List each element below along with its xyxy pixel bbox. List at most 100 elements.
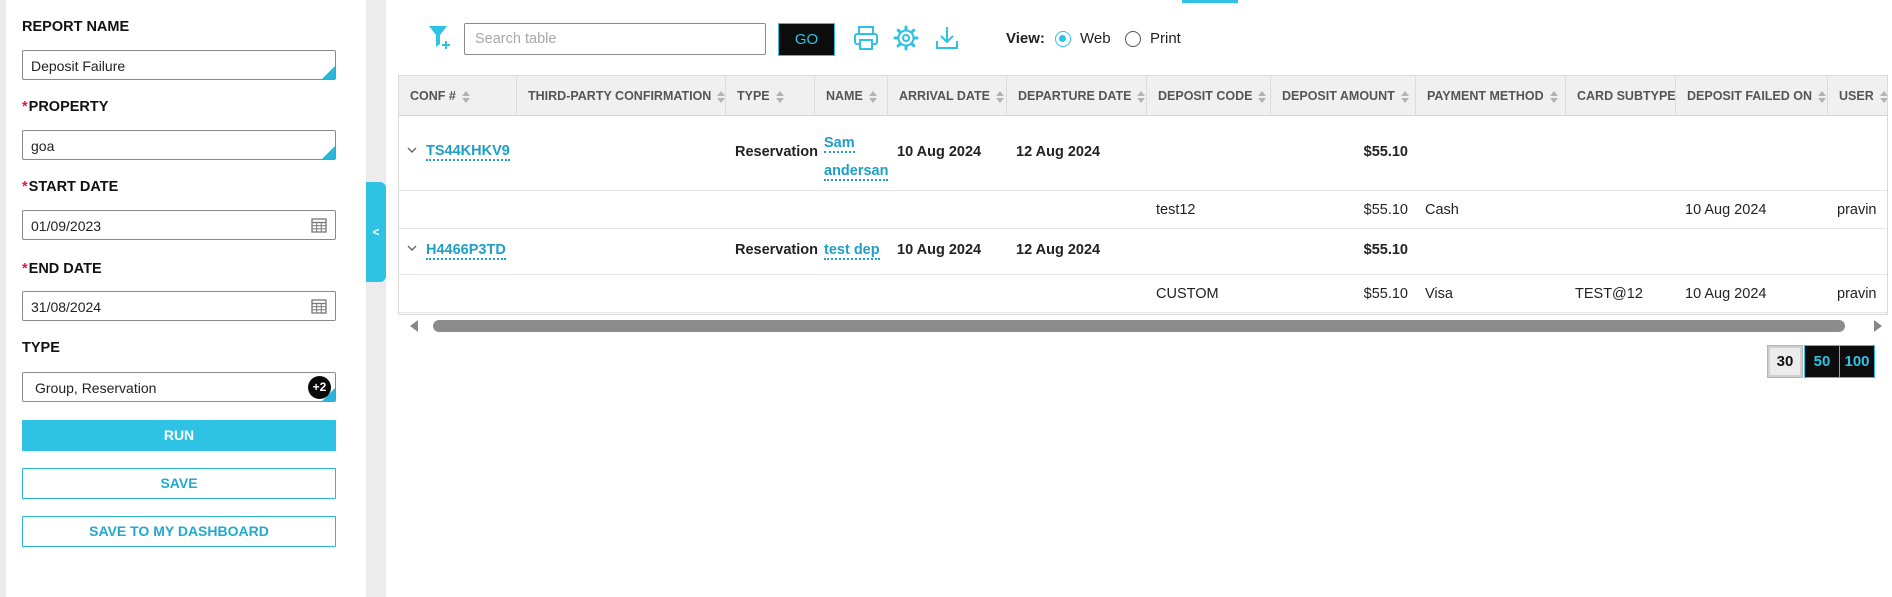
column-header-label: CONF # xyxy=(410,89,456,103)
guest-name-link[interactable]: Sam xyxy=(824,135,855,153)
required-mark: * xyxy=(22,179,28,195)
end-date-label: *END DATE xyxy=(22,261,102,277)
panel-edge xyxy=(0,0,6,597)
sort-icon xyxy=(717,90,726,103)
property-label-text: PROPERTY xyxy=(28,99,109,115)
type-cell: Reservation xyxy=(735,144,819,160)
sort-icon xyxy=(775,90,785,103)
property-field[interactable]: goa xyxy=(22,130,336,160)
column-header-deposit-code[interactable]: DEPOSIT CODE xyxy=(1147,76,1271,116)
view-label: View: xyxy=(1006,30,1045,47)
resize-corner-icon xyxy=(322,146,335,159)
type-value: Group, Reservation xyxy=(35,380,157,396)
sort-icon xyxy=(1818,90,1827,103)
start-date-label-text: START DATE xyxy=(28,179,119,195)
gear-icon[interactable] xyxy=(893,25,919,51)
report-table: CONF # THIRD-PARTY CONFIRMATION TYPE NAM… xyxy=(398,75,1888,315)
deposit-code-cell: CUSTOM xyxy=(1156,286,1219,302)
page-size-50[interactable]: 50 xyxy=(1804,345,1840,378)
collapse-panel-button[interactable]: < xyxy=(366,182,386,282)
column-header-card-subtype[interactable]: CARD SUBTYPE xyxy=(1566,76,1676,116)
download-icon[interactable] xyxy=(934,25,960,51)
column-header-departure-date[interactable]: DEPARTURE DATE xyxy=(1007,76,1147,116)
column-header-conf[interactable]: CONF # xyxy=(399,76,517,116)
report-name-label: REPORT NAME xyxy=(22,19,130,35)
resize-corner-icon xyxy=(322,66,335,79)
column-header-third-party-confirmation[interactable]: THIRD-PARTY CONFIRMATION xyxy=(517,76,726,116)
table-horizontal-scrollbar[interactable] xyxy=(398,316,1888,336)
save-button[interactable]: SAVE xyxy=(22,468,336,499)
deposit-amount-cell: $55.10 xyxy=(1363,286,1408,302)
view-print-radio[interactable] xyxy=(1125,31,1141,47)
deposit-failed-on-cell: 10 Aug 2024 xyxy=(1685,286,1767,302)
column-header-label: ARRIVAL DATE xyxy=(899,89,990,103)
sort-icon xyxy=(1258,90,1267,103)
column-header-arrival-date[interactable]: ARRIVAL DATE xyxy=(888,76,1007,116)
column-header-deposit-failed-on[interactable]: DEPOSIT FAILED ON xyxy=(1676,76,1828,116)
column-header-label: PAYMENT METHOD xyxy=(1427,89,1544,103)
save-to-dashboard-button[interactable]: SAVE TO MY DASHBOARD xyxy=(22,516,336,547)
run-button[interactable]: RUN xyxy=(22,420,336,451)
panel-gutter xyxy=(366,0,386,597)
chevron-down-icon[interactable] xyxy=(407,145,417,155)
go-button[interactable]: GO xyxy=(778,23,835,56)
card-subtype-cell: TEST@12 xyxy=(1575,286,1643,302)
column-header-label: DEPOSIT AMOUNT xyxy=(1282,89,1395,103)
required-mark: * xyxy=(22,261,28,277)
column-header-label: DEPOSIT CODE xyxy=(1158,89,1253,103)
filter-add-icon[interactable] xyxy=(428,24,452,50)
column-header-label: NAME xyxy=(826,89,863,103)
calendar-icon[interactable] xyxy=(311,217,327,233)
column-header-label: DEPOSIT FAILED ON xyxy=(1687,89,1813,103)
printer-icon[interactable] xyxy=(853,26,879,50)
scroll-right-arrow-icon[interactable] xyxy=(1874,320,1882,332)
page-size-100[interactable]: 100 xyxy=(1839,345,1875,378)
sort-icon xyxy=(1400,90,1410,103)
deposit-code-cell: test12 xyxy=(1156,202,1196,218)
payment-method-cell: Cash xyxy=(1425,202,1459,218)
scrollbar-thumb[interactable] xyxy=(433,320,1845,332)
end-date-value: 31/08/2024 xyxy=(31,299,102,315)
departure-date-cell: 12 Aug 2024 xyxy=(1016,242,1101,258)
column-header-type[interactable]: TYPE xyxy=(726,76,815,116)
view-print-label[interactable]: Print xyxy=(1150,30,1181,47)
page-size-30[interactable]: 30 xyxy=(1767,345,1803,378)
arrival-date-cell: 10 Aug 2024 xyxy=(897,144,982,160)
table-row: H4466P3TD Reservation test dep 10 Aug 20… xyxy=(399,229,1887,275)
calendar-icon[interactable] xyxy=(311,298,327,314)
departure-date-cell: 12 Aug 2024 xyxy=(1016,144,1101,160)
end-date-field[interactable]: 31/08/2024 xyxy=(22,291,336,321)
start-date-field[interactable]: 01/09/2023 xyxy=(22,210,336,240)
sort-icon xyxy=(1137,90,1146,103)
type-cell: Reservation xyxy=(735,242,819,258)
column-header-label: DEPARTURE DATE xyxy=(1018,89,1132,103)
user-cell: pravin xyxy=(1837,286,1877,302)
property-label: *PROPERTY xyxy=(22,99,108,115)
chevron-down-icon[interactable] xyxy=(407,243,417,253)
column-header-user[interactable]: USER xyxy=(1828,76,1887,116)
column-header-deposit-amount[interactable]: DEPOSIT AMOUNT xyxy=(1271,76,1416,116)
column-header-name[interactable]: NAME xyxy=(815,76,888,116)
scroll-left-arrow-icon[interactable] xyxy=(410,320,418,332)
start-date-value: 01/09/2023 xyxy=(31,218,102,234)
sort-icon xyxy=(461,90,471,103)
type-multiselect[interactable]: Group, Reservation +2 xyxy=(22,372,336,402)
report-filter-panel: REPORT NAME Deposit Failure *PROPERTY go… xyxy=(0,0,366,597)
guest-name-link[interactable]: test dep xyxy=(824,242,880,260)
view-web-label[interactable]: Web xyxy=(1080,30,1111,47)
conf-number-link[interactable]: H4466P3TD xyxy=(426,242,506,260)
guest-name-link[interactable]: andersan xyxy=(824,163,889,181)
column-header-label: USER xyxy=(1839,89,1874,103)
conf-number-link[interactable]: TS44KHKV9 xyxy=(426,143,510,161)
report-name-field[interactable]: Deposit Failure xyxy=(22,50,336,80)
more-selected-badge: +2 xyxy=(308,376,331,399)
search-table-input[interactable] xyxy=(464,23,766,55)
column-header-payment-method[interactable]: PAYMENT METHOD xyxy=(1416,76,1566,116)
property-value: goa xyxy=(31,138,55,154)
view-web-radio[interactable] xyxy=(1055,31,1071,47)
table-row-detail: test12 $55.10 Cash 10 Aug 2024 pravin xyxy=(399,191,1887,229)
start-date-label: *START DATE xyxy=(22,179,118,195)
sort-icon xyxy=(995,90,1005,103)
sort-icon xyxy=(868,90,878,103)
tab-indicator xyxy=(1182,0,1238,3)
